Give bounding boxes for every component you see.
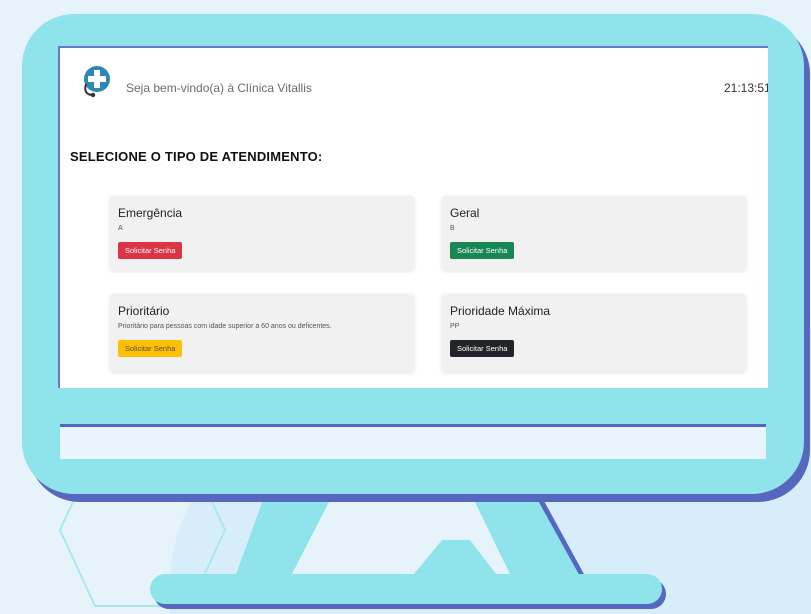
card-description: Prioritário para pessoas com idade super… xyxy=(118,323,332,330)
monitor-stand-base xyxy=(150,574,662,604)
app-header: Seja bem-vindo(a) à Clínica Vitallis 21:… xyxy=(60,48,768,118)
card-code: PP xyxy=(450,323,460,330)
solicitar-senha-button[interactable]: Solicitar Senha xyxy=(450,242,515,259)
clock: 21:13:51 xyxy=(724,81,768,95)
monitor-screen: Seja bem-vindo(a) à Clínica Vitallis 21:… xyxy=(58,46,768,388)
card-title: Geral xyxy=(450,206,480,220)
solicitar-senha-button[interactable]: Solicitar Senha xyxy=(118,242,183,259)
card-prioritario: Prioritário Prioritário para pessoas com… xyxy=(110,294,414,372)
card-prioridade-maxima: Prioridade Máxima PP Solicitar Senha xyxy=(442,294,746,372)
monitor-chin xyxy=(60,424,766,459)
card-code: B xyxy=(450,225,455,232)
card-title: Prioritário xyxy=(118,304,170,318)
card-title: Prioridade Máxima xyxy=(450,304,551,318)
solicitar-senha-button[interactable]: Solicitar Senha xyxy=(118,340,183,357)
card-emergencia: Emergência A Solicitar Senha xyxy=(110,196,414,270)
card-code: A xyxy=(118,225,123,232)
solicitar-senha-button[interactable]: Solicitar Senha xyxy=(450,340,515,357)
section-title: SELECIONE O TIPO DE ATENDIMENTO: xyxy=(70,149,323,164)
medical-logo-icon xyxy=(84,66,110,98)
card-title: Emergência xyxy=(118,206,183,220)
card-geral: Geral B Solicitar Senha xyxy=(442,196,746,270)
welcome-text: Seja bem-vindo(a) à Clínica Vitallis xyxy=(126,81,312,95)
